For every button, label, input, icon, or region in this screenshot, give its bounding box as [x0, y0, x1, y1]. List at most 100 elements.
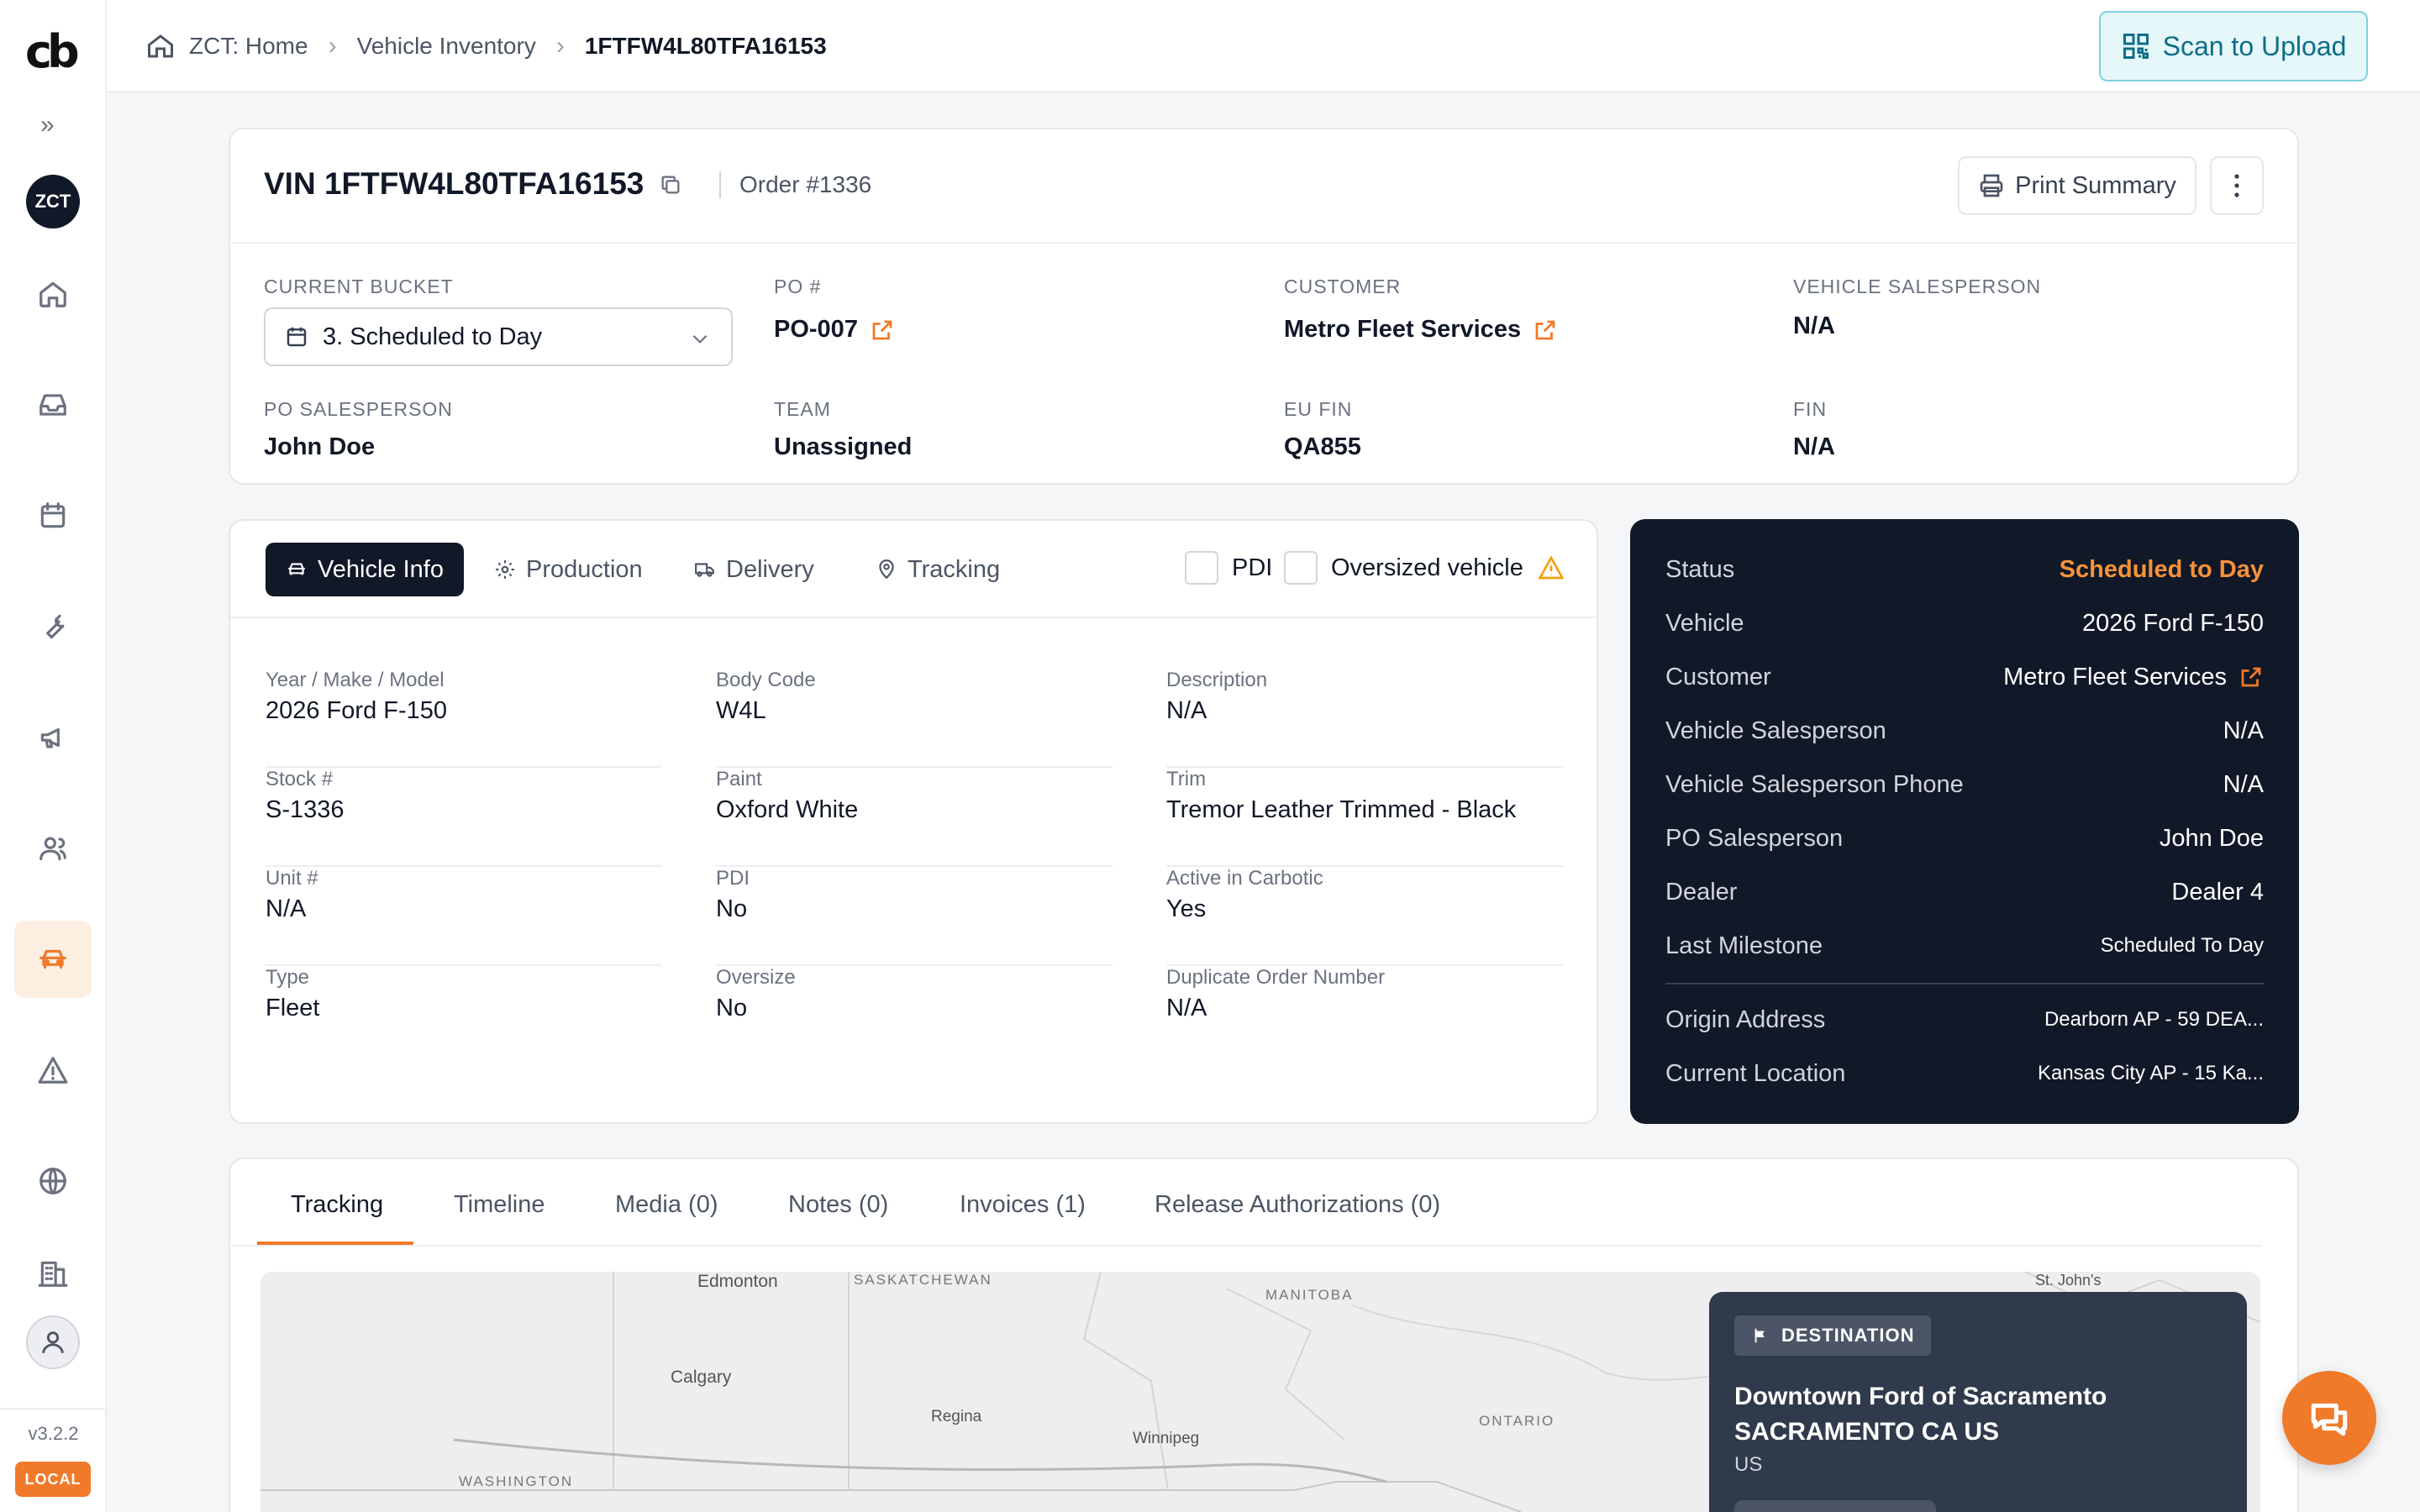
field-label: Oversize	[716, 966, 796, 989]
chevron-right-icon: ›	[328, 32, 337, 60]
pdi-checkbox[interactable]	[1185, 551, 1218, 585]
field-label: Type	[266, 966, 310, 989]
field-trim: Trim Tremor Leather Trimmed - Black	[1166, 768, 1563, 867]
team-label: TEAM	[774, 398, 831, 420]
expand-sidebar-icon[interactable]: »	[40, 113, 55, 138]
field-unit-number: Unit # N/A	[266, 867, 662, 966]
inbox-icon[interactable]	[14, 366, 92, 444]
scan-to-upload-button[interactable]: Scan to Upload	[2099, 11, 2368, 81]
field-duplicate-order-number: Duplicate Order Number N/A	[1166, 966, 1563, 1065]
destination-card: DESTINATION Downtown Ford of Sacramento …	[1709, 1292, 2247, 1512]
oversized-vehicle-label: Oversized vehicle	[1331, 554, 1523, 581]
po-salesperson-label: PO SALESPERSON	[264, 398, 453, 420]
map-label: St. John's	[2035, 1272, 2102, 1289]
chevron-right-icon: ›	[555, 32, 565, 60]
field-value: Yes	[1166, 895, 1207, 922]
building-icon[interactable]	[14, 1248, 92, 1299]
destination-action-button[interactable]	[1734, 1500, 1936, 1512]
wrench-icon[interactable]	[14, 588, 92, 665]
app-logo[interactable]: cb	[25, 29, 81, 76]
customer-row: Customer Metro Fleet Services	[1665, 660, 2264, 694]
tab-label: Production	[526, 555, 643, 583]
field-stock-number: Stock # S-1336	[266, 768, 662, 867]
vehicle-row: Vehicle 2026 Ford F-150	[1665, 606, 2264, 640]
print-summary-button[interactable]: Print Summary	[1958, 156, 2196, 215]
field-label: Paint	[716, 768, 762, 790]
field-active-in-carbotic: Active in Carbotic Yes	[1166, 867, 1563, 966]
po-number: PO-007	[774, 316, 895, 344]
team-value: Unassigned	[774, 433, 913, 460]
field-label: Duplicate Order Number	[1166, 966, 1386, 989]
tab-tracking-bottom[interactable]: Tracking	[291, 1191, 383, 1219]
users-icon[interactable]	[14, 810, 92, 887]
tab-tracking[interactable]: Tracking	[855, 543, 1020, 596]
po-salesperson-value: John Doe	[2159, 824, 2264, 852]
field-value: 2026 Ford F-150	[266, 697, 448, 724]
chevron-down-icon	[692, 334, 708, 344]
field-type: Type Fleet	[266, 966, 662, 1065]
tab-vehicle-info[interactable]: Vehicle Info	[266, 543, 464, 596]
vehicle-salesperson-phone-row: Vehicle Salesperson Phone N/A	[1665, 768, 2264, 801]
tab-release-authorizations[interactable]: Release Authorizations (0)	[1155, 1191, 1440, 1219]
tab-notes[interactable]: Notes (0)	[788, 1191, 888, 1219]
customer-value[interactable]: Metro Fleet Services	[1284, 316, 1521, 344]
car-icon[interactable]	[14, 921, 92, 998]
field-label: Unit #	[266, 867, 318, 890]
tab-media[interactable]: Media (0)	[615, 1191, 718, 1219]
order-number: Order #1336	[719, 171, 871, 198]
destination-badge: DESTINATION	[1734, 1315, 1932, 1356]
more-options-button[interactable]	[2210, 156, 2264, 215]
field-pdi: PDI No	[716, 867, 1113, 966]
map-label: Edmonton	[697, 1272, 778, 1291]
tab-label: Tracking	[908, 555, 1001, 583]
origin-address-value: Dearborn AP - 59 DEA...	[2044, 1008, 2264, 1031]
field-value: Fleet	[266, 995, 320, 1021]
status-label: Status	[1665, 555, 1735, 583]
po-salesperson-label: PO Salesperson	[1665, 824, 1844, 852]
info-tab-bar: Vehicle Info Production Delivery Trackin…	[230, 521, 1597, 618]
tab-timeline[interactable]: Timeline	[454, 1191, 545, 1219]
user-avatar[interactable]	[26, 1315, 80, 1369]
field-label: Description	[1166, 669, 1268, 691]
breadcrumb-section[interactable]: Vehicle Inventory	[357, 33, 536, 60]
po-number-value[interactable]: PO-007	[774, 316, 858, 344]
customer-link[interactable]: Metro Fleet Services	[2003, 664, 2264, 691]
field-oversize: Oversize No	[716, 966, 1113, 1065]
chat-button[interactable]	[2282, 1371, 2376, 1465]
fin-label: FIN	[1793, 398, 1828, 420]
tab-bar-divider	[229, 1245, 2262, 1247]
pdi-checkbox-label: PDI	[1232, 554, 1273, 581]
breadcrumb-home[interactable]: ZCT: Home	[189, 33, 308, 60]
status-divider	[1665, 983, 2264, 984]
tab-delivery[interactable]: Delivery	[674, 543, 834, 596]
field-value: Tremor Leather Trimmed - Black	[1166, 796, 1517, 823]
tab-invoices[interactable]: Invoices (1)	[960, 1191, 1086, 1219]
current-bucket-label: CURRENT BUCKET	[264, 276, 454, 297]
eu-fin-label: EU FIN	[1284, 398, 1353, 420]
map-label: Winnipeg	[1133, 1430, 1200, 1447]
globe-icon[interactable]	[14, 1142, 92, 1220]
home-icon[interactable]	[14, 255, 92, 333]
warning-icon[interactable]	[14, 1032, 92, 1109]
copy-icon[interactable]	[659, 173, 682, 197]
field-label: Active in Carbotic	[1166, 867, 1323, 890]
external-link-icon[interactable]	[870, 318, 895, 343]
tab-production[interactable]: Production	[474, 543, 663, 596]
field-value: Oxford White	[716, 796, 859, 823]
breadcrumb-home-icon[interactable]	[145, 31, 176, 61]
oversized-vehicle-checkbox[interactable]	[1284, 551, 1318, 585]
calendar-icon[interactable]	[14, 477, 92, 554]
megaphone-icon[interactable]	[14, 699, 92, 776]
current-bucket-select[interactable]: 3. Scheduled to Day	[264, 307, 733, 366]
po-salesperson-row: PO Salesperson John Doe	[1665, 822, 2264, 855]
po-salesperson-value: John Doe	[264, 433, 376, 460]
field-label: Trim	[1166, 768, 1207, 790]
field-value: W4L	[716, 697, 766, 724]
status-value: Scheduled to Day	[2059, 555, 2264, 583]
external-link-icon[interactable]	[1533, 318, 1558, 343]
workspace-avatar[interactable]: ZCT	[26, 175, 80, 228]
flag-icon	[1754, 1328, 1765, 1343]
external-link-icon[interactable]	[2238, 664, 2264, 690]
location-pin-icon	[879, 559, 894, 580]
field-value: N/A	[266, 895, 307, 922]
